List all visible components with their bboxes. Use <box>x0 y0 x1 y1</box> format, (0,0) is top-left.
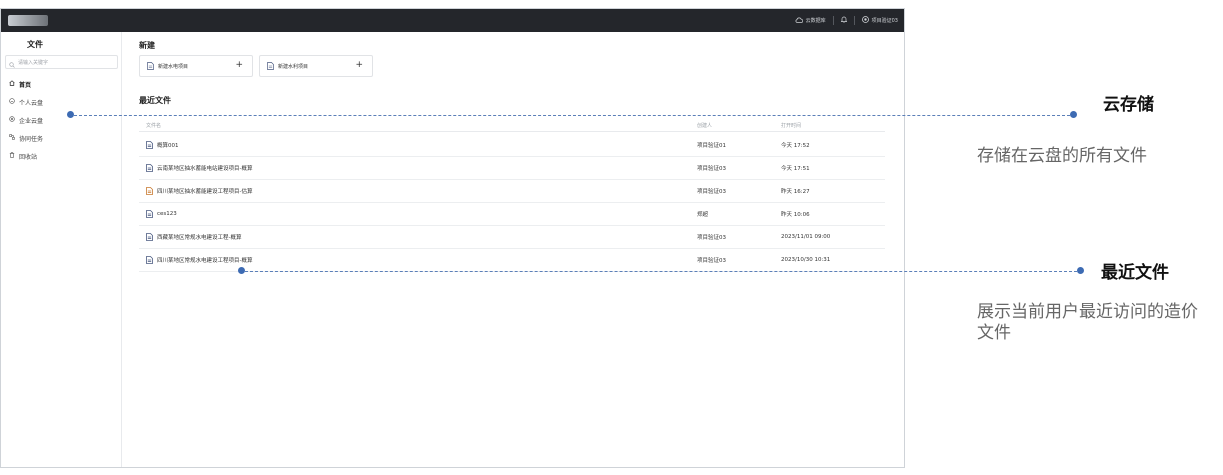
new-section-heading: 新建 <box>139 41 155 50</box>
plus-icon: + <box>235 60 243 70</box>
table-row[interactable]: 四川某地区抽水蓄能建设工程项目-估算 项目验证03 昨天 16:27 <box>139 180 885 203</box>
table-row[interactable]: 概算001 项目验证01 今天 17:52 <box>139 134 885 157</box>
top-bar: 云数据库 项目验证03 <box>1 9 904 32</box>
topbar-actions: 云数据库 项目验证03 <box>795 9 898 32</box>
file-name-cell: 四川某地区常规水电建设工程项目-概算 <box>146 249 253 271</box>
sidebar-item-label: 回收站 <box>19 153 38 161</box>
new-water-project-button[interactable]: 新建水利项目 + <box>259 55 373 77</box>
callout-leader-line <box>245 271 1077 272</box>
open-time-cell: 今天 17:51 <box>781 166 810 172</box>
file-icon <box>146 187 153 195</box>
callout-dot <box>238 267 245 274</box>
callout-desc-cloud-storage: 存储在云盘的所有文件 <box>977 146 1147 166</box>
creator-cell: 项目验证03 <box>697 235 726 241</box>
new-card-label: 新建水电项目 <box>158 63 189 70</box>
notification-button[interactable] <box>840 16 847 25</box>
cloud-database-label: 云数据库 <box>805 18 826 24</box>
plus-icon: + <box>355 60 363 70</box>
sidebar-item-enterprise-cloud[interactable]: 企业云盘 <box>9 114 43 126</box>
callout-leader-line <box>74 115 1070 116</box>
app-window: 云数据库 项目验证03 文件 请输入关键字 首页 个人云盘 企业云盘 协同任务 … <box>0 8 905 468</box>
callout-title-cloud-storage: 云存储 <box>1103 95 1154 115</box>
callout-title-recent-files: 最近文件 <box>1101 263 1169 283</box>
file-name[interactable]: 四川某地区常规水电建设工程项目-概算 <box>157 256 253 264</box>
search-icon <box>9 53 15 72</box>
file-icon <box>146 233 153 241</box>
file-name[interactable]: 四川某地区抽水蓄能建设工程项目-估算 <box>157 187 253 195</box>
creator-cell: 项目验证03 <box>697 258 726 264</box>
sidebar-item-home[interactable]: 首页 <box>9 78 31 90</box>
callout-dot <box>1077 267 1084 274</box>
cloud-icon <box>9 98 15 106</box>
file-icon <box>146 164 153 172</box>
trash-icon <box>9 152 15 160</box>
file-icon <box>147 62 154 70</box>
file-name-cell: 四川某地区抽水蓄能建设工程项目-估算 <box>146 180 253 202</box>
search-placeholder: 请输入关键字 <box>18 59 49 66</box>
sidebar-item-trash[interactable]: 回收站 <box>9 150 37 162</box>
topbar-divider <box>853 16 855 25</box>
table-row[interactable]: 四川某地区常规水电建设工程项目-概算 项目验证03 2023/10/30 10:31 <box>139 249 885 272</box>
user-avatar-icon <box>861 16 869 25</box>
file-name[interactable]: ces123 <box>157 211 177 217</box>
file-name-cell: ces123 <box>146 203 177 225</box>
home-icon <box>9 80 15 88</box>
user-menu[interactable]: 项目验证03 <box>861 16 898 25</box>
task-icon <box>9 134 15 142</box>
open-time-cell: 2023/10/30 10:31 <box>781 257 831 263</box>
user-name: 项目验证03 <box>871 18 898 24</box>
file-name-cell: 云南某地区抽水蓄能电站建设项目-概算 <box>146 157 253 179</box>
callout-dot <box>1070 111 1077 118</box>
sidebar-item-label: 企业云盘 <box>19 117 44 125</box>
creator-cell: 项目验证03 <box>697 166 726 172</box>
app-logo <box>8 15 48 26</box>
open-time-cell: 昨天 10:06 <box>781 212 810 218</box>
bell-icon <box>840 16 847 25</box>
file-name[interactable]: 西藏某地区常规水电建设工程-概算 <box>157 233 242 241</box>
table-row[interactable]: 云南某地区抽水蓄能电站建设项目-概算 项目验证03 今天 17:51 <box>139 157 885 180</box>
search-input[interactable]: 请输入关键字 <box>5 55 118 69</box>
enterprise-icon <box>9 116 15 124</box>
open-time-cell: 2023/11/01 09:00 <box>781 234 831 240</box>
cloud-database-button[interactable]: 云数据库 <box>795 17 826 25</box>
callout-desc-recent-files: 展示当前用户最近访问的造价文件 <box>977 302 1198 343</box>
sidebar-item-label: 协同任务 <box>19 135 44 143</box>
sidebar-item-label: 首页 <box>19 81 32 89</box>
callout-dot <box>67 111 74 118</box>
table-row[interactable]: 西藏某地区常规水电建设工程-概算 项目验证03 2023/11/01 09:00 <box>139 226 885 249</box>
open-time-cell: 昨天 16:27 <box>781 189 810 195</box>
sidebar-item-personal-cloud[interactable]: 个人云盘 <box>9 96 43 108</box>
cloud-icon <box>795 17 803 25</box>
topbar-divider <box>832 16 834 25</box>
new-hydropower-project-button[interactable]: 新建水电项目 + <box>139 55 253 77</box>
file-icon <box>146 256 153 264</box>
sidebar-item-label: 个人云盘 <box>19 99 44 107</box>
file-name-cell: 西藏某地区常规水电建设工程-概算 <box>146 226 242 248</box>
creator-cell: 郑超 <box>697 212 709 218</box>
file-icon <box>146 141 153 149</box>
column-header-time[interactable]: 打开时间 <box>781 119 801 131</box>
file-icon <box>267 62 274 70</box>
recent-section-heading: 最近文件 <box>139 96 171 105</box>
creator-cell: 项目验证03 <box>697 189 726 195</box>
file-name[interactable]: 云南某地区抽水蓄能电站建设项目-概算 <box>157 164 253 172</box>
open-time-cell: 今天 17:52 <box>781 143 810 149</box>
table-row[interactable]: ces123 郑超 昨天 10:06 <box>139 203 885 226</box>
new-card-label: 新建水利项目 <box>278 63 309 70</box>
file-icon <box>146 210 153 218</box>
sidebar: 文件 请输入关键字 首页 个人云盘 企业云盘 协同任务 回收站 <box>1 32 122 467</box>
file-name-cell: 概算001 <box>146 134 179 156</box>
column-header-creator[interactable]: 创建人 <box>697 119 712 131</box>
creator-cell: 项目验证01 <box>697 143 726 149</box>
file-name[interactable]: 概算001 <box>157 141 179 149</box>
sidebar-item-tasks[interactable]: 协同任务 <box>9 132 43 144</box>
table-header: 文件名 创建人 打开时间 <box>139 119 885 132</box>
column-header-name[interactable]: 文件名 <box>146 119 161 131</box>
sidebar-title: 文件 <box>27 40 43 49</box>
